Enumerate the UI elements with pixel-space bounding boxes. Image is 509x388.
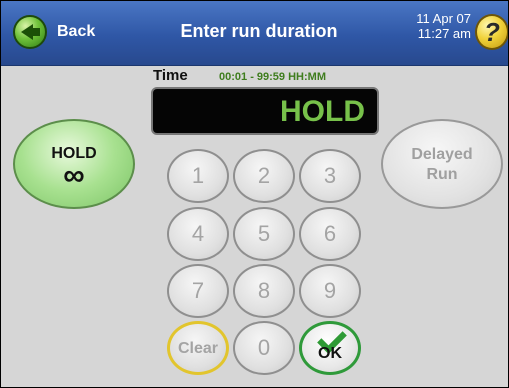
- key-0[interactable]: 0: [233, 321, 295, 375]
- clear-button[interactable]: Clear: [167, 321, 229, 375]
- key-2[interactable]: 2: [233, 149, 295, 203]
- delayed-run-label-line1: Delayed: [411, 146, 473, 163]
- page-title: Enter run duration: [180, 21, 338, 41]
- time-text: 11:27 am: [417, 26, 471, 41]
- delayed-run-label-line2: Run: [426, 166, 458, 183]
- hold-button[interactable]: HOLD ∞: [13, 119, 135, 209]
- time-display-value: HOLD: [280, 95, 365, 128]
- key-9[interactable]: 9: [299, 264, 361, 318]
- key-8[interactable]: 8: [233, 264, 295, 318]
- datetime-display: 11 Apr 07 11:27 am: [403, 11, 471, 41]
- ok-button[interactable]: OK: [299, 321, 361, 375]
- date-text: 11 Apr 07: [416, 11, 471, 26]
- screen: Back Enter run duration 11 Apr 07 11:27 …: [0, 0, 509, 388]
- key-3[interactable]: 3: [299, 149, 361, 203]
- back-button-label[interactable]: Back: [57, 23, 95, 41]
- key-7[interactable]: 7: [167, 264, 229, 318]
- delayed-run-button[interactable]: Delayed Run: [381, 119, 503, 209]
- infinity-icon: ∞: [63, 159, 85, 192]
- key-4[interactable]: 4: [167, 207, 229, 261]
- key-6[interactable]: 6: [299, 207, 361, 261]
- help-icon[interactable]: ?: [475, 14, 508, 50]
- key-1[interactable]: 1: [167, 149, 229, 203]
- back-arrow-icon[interactable]: [13, 15, 47, 49]
- header-bar: Back Enter run duration 11 Apr 07 11:27 …: [1, 1, 508, 66]
- key-5[interactable]: 5: [233, 207, 295, 261]
- time-display: HOLD: [151, 87, 379, 135]
- time-range-hint: 00:01 - 99:59 HH:MM: [219, 71, 326, 83]
- time-label: Time: [153, 67, 188, 84]
- ok-button-label: OK: [318, 345, 342, 362]
